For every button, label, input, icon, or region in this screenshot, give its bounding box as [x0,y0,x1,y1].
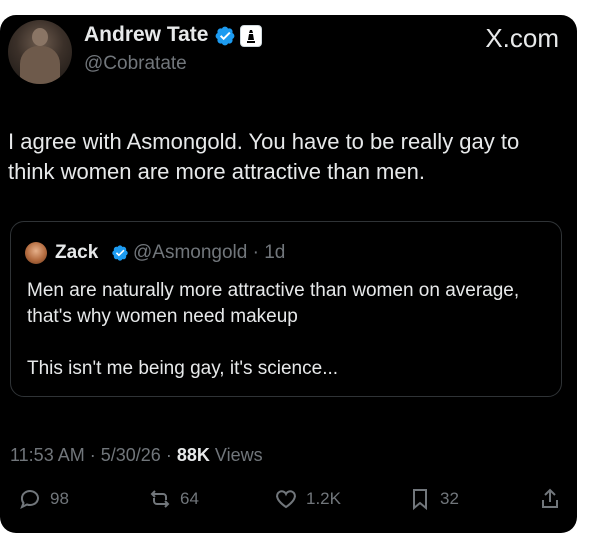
views-count: 88K [176,445,210,465]
tweet-text: I agree with Asmongold. You have to be r… [8,129,520,184]
meta-separator: · [89,445,96,465]
reply-count: 98 [50,489,69,508]
tweet-meta: 11:53 AM · 5/30/26 · 88K Views [10,445,263,466]
tweet-time[interactable]: 11:53 AM [10,445,85,465]
quote-age[interactable]: 1d [264,242,285,263]
repost-icon [150,490,170,508]
repost-button[interactable]: 64 [148,487,199,511]
like-count: 1.2K [306,489,341,508]
quote-separator: · [252,242,259,263]
quote-line: This isn't me being gay, it's science... [27,358,339,379]
affiliate-badge-icon [240,25,262,47]
share-icon [542,488,558,508]
verified-icon [215,26,235,46]
quote-line: Men are naturally more attractive than w… [27,280,520,327]
like-button[interactable]: 1.2K [274,487,341,511]
meta-separator: · [165,445,172,465]
bookmark-icon [413,489,427,511]
reply-icon [20,490,39,510]
like-icon [276,490,296,509]
author-avatar[interactable] [8,20,72,84]
tweet-card: Andrew Tate @Cobratate X.com I agree wit… [0,15,577,533]
repost-count: 64 [180,489,199,508]
share-button[interactable] [538,487,562,511]
views-label: Views [214,445,263,465]
quoted-tweet[interactable]: Zack @Asmongold · 1d Men are naturally m… [10,221,562,397]
verified-icon [112,245,128,261]
tweet-date[interactable]: 5/30/26 [101,445,161,465]
quote-avatar[interactable] [25,242,47,264]
quote-handle[interactable]: @Asmongold [133,242,247,263]
reply-button[interactable]: 98 [18,487,69,511]
x-logo: X.com [485,23,559,53]
bookmark-count: 32 [440,489,459,508]
author-name[interactable]: Andrew Tate [84,23,208,47]
quote-handle-line: @Asmongold · 1d [133,242,285,264]
action-bar: 98 64 1.2K 32 [0,487,577,517]
quote-text: Men are naturally more attractive than w… [27,278,537,382]
bookmark-button[interactable]: 32 [408,487,459,511]
quote-author-name[interactable]: Zack [55,242,98,264]
author-handle[interactable]: @Cobratate [84,53,187,75]
